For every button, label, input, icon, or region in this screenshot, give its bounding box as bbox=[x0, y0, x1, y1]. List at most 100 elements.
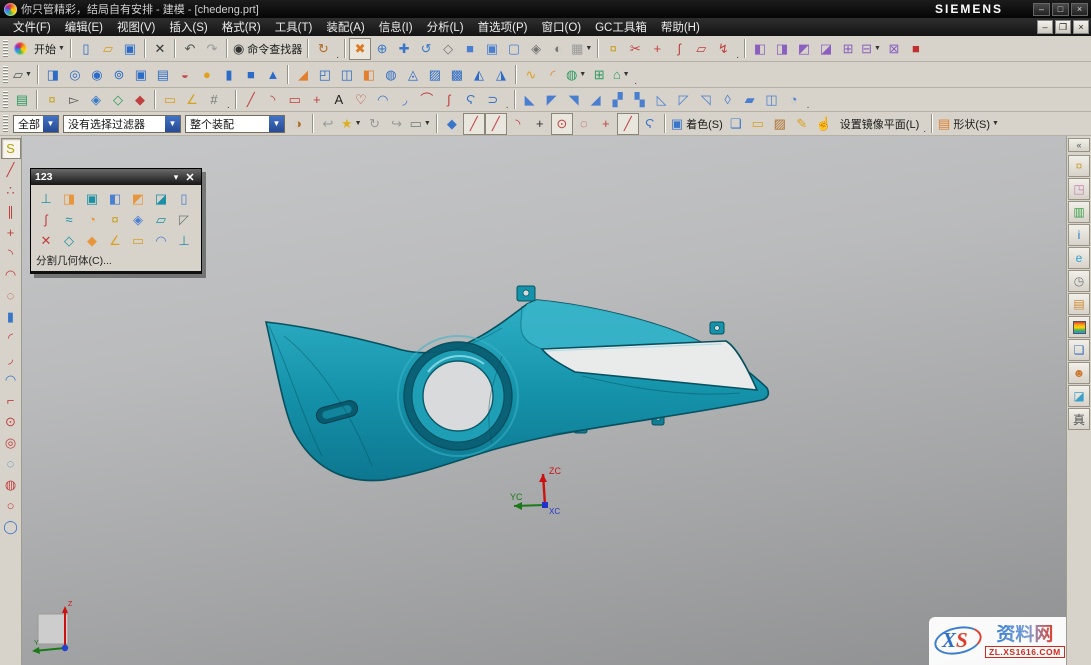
delete-button[interactable]: ✕ bbox=[149, 38, 171, 60]
reorient-view-button[interactable]: ↻ bbox=[312, 38, 334, 60]
mold-block-button[interactable]: ▣ bbox=[81, 188, 103, 209]
draft-button[interactable]: ◢ bbox=[292, 64, 314, 86]
corner-curve-button[interactable]: ⌐ bbox=[1, 390, 21, 411]
palettes-tab[interactable] bbox=[1068, 316, 1090, 338]
sphere-button[interactable]: ● bbox=[196, 64, 218, 86]
measure-mini-button[interactable]: ▭ bbox=[747, 113, 769, 135]
menu-窗口[interactable]: 窗口(O) bbox=[534, 17, 588, 37]
line-button[interactable]: ╱ bbox=[240, 89, 262, 111]
zoom-button[interactable]: ⊕ bbox=[371, 38, 393, 60]
image-capture-button[interactable]: ▨ bbox=[769, 113, 791, 135]
sketch-button[interactable]: ▱▼ bbox=[11, 64, 34, 86]
background-color-dropdown[interactable]: ▦▼ bbox=[569, 38, 594, 60]
bridge-curve-button[interactable]: ◠ bbox=[372, 89, 394, 111]
offset-region-button[interactable]: ◩ bbox=[793, 38, 815, 60]
section-analysis-button[interactable]: # bbox=[203, 89, 225, 111]
floating-toolbar-123[interactable]: 123 ▾ ✕ ⊥◨▣◧◩◪▯ʃ≈◔¤◈▱◸✕◇◆∠▭◠⊥ 分割几何体(C)..… bbox=[30, 168, 202, 274]
highlight-button[interactable]: ★▼ bbox=[339, 113, 364, 135]
rectangle-button[interactable]: ▭ bbox=[284, 89, 306, 111]
snap-point-on-curve-toggle[interactable]: ╱ bbox=[617, 113, 639, 135]
styled-blend-button[interactable]: ◸ bbox=[673, 89, 695, 111]
sew-button[interactable]: ◬ bbox=[402, 64, 424, 86]
wcs-triad[interactable]: YC ZC XC bbox=[510, 466, 561, 516]
reorder-blends-button[interactable]: ⊟▼ bbox=[859, 38, 883, 60]
fit-view-button[interactable]: ✖ bbox=[349, 38, 371, 60]
measure-angle-button[interactable]: ∠ bbox=[181, 89, 203, 111]
mold-sew-button[interactable]: ≈ bbox=[58, 209, 80, 230]
through-curves-surface-button[interactable]: ◤ bbox=[541, 89, 563, 111]
perspective-button[interactable]: ◇ bbox=[437, 38, 459, 60]
offset-curve-button[interactable]: ⊃ bbox=[482, 89, 504, 111]
edit-sheet-button[interactable]: ▱ bbox=[690, 38, 712, 60]
set-mirror-plane-button[interactable]: 设置镜像平面(L) bbox=[835, 113, 921, 135]
select-cursor-button[interactable]: ▻ bbox=[63, 89, 85, 111]
menu-信息[interactable]: 信息(I) bbox=[372, 17, 420, 37]
rotate-view-button[interactable]: ↺ bbox=[415, 38, 437, 60]
face-analysis-button[interactable]: ◐ bbox=[547, 38, 569, 60]
show-button[interactable]: ◇ bbox=[107, 89, 129, 111]
intersection-curve-button[interactable]: ⌒ bbox=[416, 89, 438, 111]
revolve-button[interactable]: ◎ bbox=[64, 64, 86, 86]
pocket-button[interactable]: ▣ bbox=[130, 64, 152, 86]
save-button[interactable]: ▣ bbox=[119, 38, 141, 60]
fillet-curve-button[interactable]: ◠ bbox=[1, 369, 21, 390]
menu-GC工具箱[interactable]: GC工具箱 bbox=[588, 17, 654, 37]
divide-curve-button[interactable]: + bbox=[646, 38, 668, 60]
mold-split-body-button[interactable]: ◨ bbox=[58, 188, 80, 209]
mold-delete-face-button[interactable]: ◪ bbox=[150, 188, 172, 209]
menu-装配[interactable]: 装配(A) bbox=[319, 17, 371, 37]
hd3d-tools-tab[interactable]: i bbox=[1068, 224, 1090, 246]
true-shading-editor-tab[interactable]: 真 bbox=[1068, 408, 1090, 430]
undo-button[interactable]: ↶ bbox=[179, 38, 201, 60]
arc-center-button[interactable]: ◞ bbox=[1, 348, 21, 369]
toolbar-overflow[interactable]: . bbox=[923, 124, 926, 135]
system-scenes-tab[interactable]: ◪ bbox=[1068, 385, 1090, 407]
menu-工具[interactable]: 工具(T) bbox=[268, 17, 320, 37]
menu-分析[interactable]: 分析(L) bbox=[420, 17, 471, 37]
pan-button[interactable]: ✚ bbox=[393, 38, 415, 60]
mold-offset-face-button[interactable]: ◩ bbox=[127, 188, 149, 209]
shaded-with-edges-button[interactable]: ■ bbox=[459, 38, 481, 60]
snap-intersection-toggle[interactable]: + bbox=[529, 113, 551, 135]
reuse-library-tab[interactable]: ▥ bbox=[1068, 201, 1090, 223]
studio-spline-button[interactable]: ♡ bbox=[350, 89, 372, 111]
shape-group-button[interactable]: ▤形状(S)▼ bbox=[936, 113, 1001, 135]
web-browser-tab[interactable]: e bbox=[1068, 247, 1090, 269]
annotate-button[interactable]: ✎ bbox=[791, 113, 813, 135]
circle-tangent-button[interactable]: ◌ bbox=[1, 453, 21, 474]
snap-existing-point-toggle[interactable]: + bbox=[595, 113, 617, 135]
menu-首选项[interactable]: 首选项(P) bbox=[471, 17, 535, 37]
full-circle-button[interactable]: ◯ bbox=[1, 516, 21, 537]
mold-wave-link-button[interactable]: ¤ bbox=[104, 209, 126, 230]
tube-button[interactable]: ◜ bbox=[542, 64, 564, 86]
thicken-button[interactable]: ▩ bbox=[446, 64, 468, 86]
swept-button[interactable]: ∿ bbox=[520, 64, 542, 86]
point-button[interactable]: + bbox=[306, 89, 328, 111]
assembly-navigator-tab[interactable]: ¤ bbox=[1068, 155, 1090, 177]
toolbar-overflow[interactable]: . bbox=[506, 100, 509, 111]
toolbar-grip[interactable] bbox=[3, 91, 8, 109]
toolbar-overflow[interactable]: . bbox=[736, 50, 739, 61]
point-set-button[interactable]: ∴ bbox=[1, 180, 21, 201]
mold-fillet-button[interactable]: ◠ bbox=[150, 230, 172, 251]
silhouette-flange-button[interactable]: ◊ bbox=[717, 89, 739, 111]
mold-sheet-tool-button[interactable]: ▱ bbox=[150, 209, 172, 230]
through-curve-mesh-button[interactable]: ⊞ bbox=[588, 64, 610, 86]
circle-center-radius-button[interactable]: ⊙ bbox=[1, 411, 21, 432]
menu-帮助[interactable]: 帮助(H) bbox=[654, 17, 707, 37]
x-form-button[interactable]: ↯ bbox=[712, 38, 734, 60]
arc-button[interactable]: ◝ bbox=[262, 89, 284, 111]
edit-cross-section-button[interactable]: ■ bbox=[905, 38, 927, 60]
snap-midpoint-toggle[interactable]: ╱ bbox=[485, 113, 507, 135]
mold-patch-button[interactable]: ◆ bbox=[81, 230, 103, 251]
part-families-button[interactable]: ▤ bbox=[11, 89, 33, 111]
dropdown-arrow-icon[interactable]: ▼ bbox=[165, 116, 180, 132]
face-blend-button[interactable]: ◺ bbox=[651, 89, 673, 111]
selection-scope-select[interactable]: 整个装配▼ bbox=[185, 115, 285, 133]
cylinder-button[interactable]: ▮ bbox=[218, 64, 240, 86]
doc-restore-button[interactable]: ❐ bbox=[1055, 20, 1071, 34]
selection-filter-select[interactable]: 没有选择过滤器▼ bbox=[63, 115, 181, 133]
toolbar-grip[interactable] bbox=[3, 40, 8, 58]
toolbar-overflow[interactable]: . bbox=[807, 100, 810, 111]
headlamp-bezel-model[interactable] bbox=[266, 286, 768, 481]
